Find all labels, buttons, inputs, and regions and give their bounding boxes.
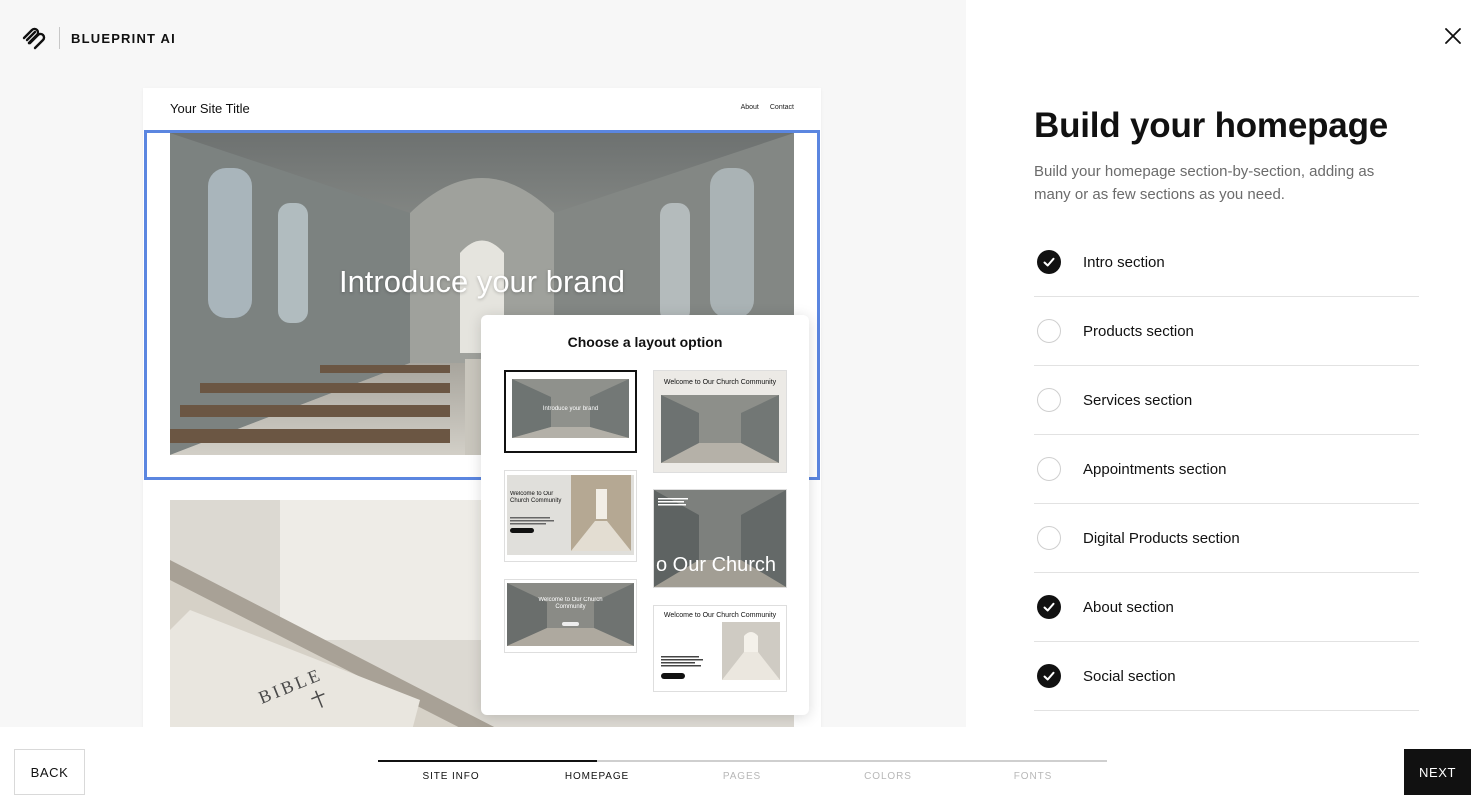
brand-divider <box>59 27 60 49</box>
settings-pane: Build your homepage Build your homepage … <box>966 0 1480 727</box>
layout-options-panel: Choose a layout option Introduce your br… <box>481 315 809 715</box>
layout-option-1-text: Introduce your brand <box>543 406 598 412</box>
section-label: Social section <box>1083 667 1176 685</box>
step-homepage[interactable]: HOMEPAGE <box>524 771 670 782</box>
check-icon[interactable] <box>1037 664 1061 688</box>
check-icon[interactable] <box>1037 595 1061 619</box>
site-nav-contact: Contact <box>769 104 794 111</box>
unchecked-circle-icon[interactable] <box>1037 526 1061 550</box>
section-label: Services section <box>1083 391 1193 409</box>
step-fonts[interactable]: FONTS <box>960 771 1106 782</box>
page-title: Build your homepage <box>1034 106 1389 145</box>
section-label: Products section <box>1083 322 1194 340</box>
page-description: Build your homepage section-by-section, … <box>1034 163 1375 203</box>
section-item-services[interactable]: Services section <box>1034 366 1419 435</box>
section-list: Intro section Products section Services … <box>1034 228 1419 711</box>
section-item-about[interactable]: About section <box>1034 573 1419 642</box>
layout-option-2-text: Welcome to Our Church Community <box>664 379 777 386</box>
section-item-social[interactable]: Social section <box>1034 642 1419 711</box>
section-label: About section <box>1083 598 1174 616</box>
check-icon[interactable] <box>1037 250 1061 274</box>
preview-pane: BLUEPRINT AI Your Site Title About Conta… <box>0 0 966 727</box>
step-nav: SITE INFO HOMEPAGE PAGES COLORS FONTS <box>378 771 1107 785</box>
progress-fill <box>378 760 597 762</box>
blueprint-logo-icon <box>20 24 48 52</box>
unchecked-circle-icon[interactable] <box>1037 457 1061 481</box>
close-button[interactable] <box>1441 26 1465 50</box>
section-item-products[interactable]: Products section <box>1034 297 1419 366</box>
brand: BLUEPRINT AI <box>20 24 176 52</box>
section-item-appointments[interactable]: Appointments section <box>1034 435 1419 504</box>
unchecked-circle-icon[interactable] <box>1037 319 1061 343</box>
layout-option-2[interactable]: Welcome to Our Church Community <box>653 370 787 473</box>
step-pages[interactable]: PAGES <box>669 771 815 782</box>
section-item-intro[interactable]: Intro section <box>1034 228 1419 297</box>
section-item-digital-products[interactable]: Digital Products section <box>1034 504 1419 573</box>
unchecked-circle-icon[interactable] <box>1037 388 1061 412</box>
step-site-info[interactable]: SITE INFO <box>378 771 524 782</box>
layout-option-1[interactable]: Introduce your brand <box>504 370 637 453</box>
bottom-bar: BACK SITE INFO HOMEPAGE PAGES COLORS FON… <box>0 727 1480 809</box>
site-title: Your Site Title <box>170 101 250 116</box>
layout-option-5[interactable]: Welcome to Our Church Community <box>504 579 637 653</box>
layout-option-4[interactable]: o Our Church <box>653 489 787 588</box>
intro-heading: Introduce your brand <box>338 264 626 299</box>
progress-track <box>378 760 1107 762</box>
site-nav: About Contact <box>741 104 794 111</box>
back-button[interactable]: BACK <box>14 749 85 795</box>
layout-panel-title: Choose a layout option <box>567 334 723 350</box>
layout-option-5-text: Welcome to Our Church Community <box>538 597 603 610</box>
close-icon <box>1445 27 1461 49</box>
section-label: Intro section <box>1083 253 1165 271</box>
brand-name: BLUEPRINT AI <box>71 30 176 46</box>
section-label: Digital Products section <box>1083 529 1240 547</box>
step-colors[interactable]: COLORS <box>815 771 961 782</box>
layout-option-3[interactable]: Welcome to Our Church Community <box>504 470 637 562</box>
section-label: Appointments section <box>1083 460 1227 478</box>
next-button[interactable]: NEXT <box>1404 749 1471 795</box>
layout-option-4-text: o Our Church <box>656 554 776 576</box>
layout-option-3-text: Welcome to Our Church Community <box>510 491 562 504</box>
site-header: Your Site Title About Contact <box>143 88 821 130</box>
site-nav-about: About <box>740 104 759 111</box>
layout-option-6-text: Welcome to Our Church Community <box>664 612 777 619</box>
layout-option-6[interactable]: Welcome to Our Church Community <box>653 605 787 692</box>
